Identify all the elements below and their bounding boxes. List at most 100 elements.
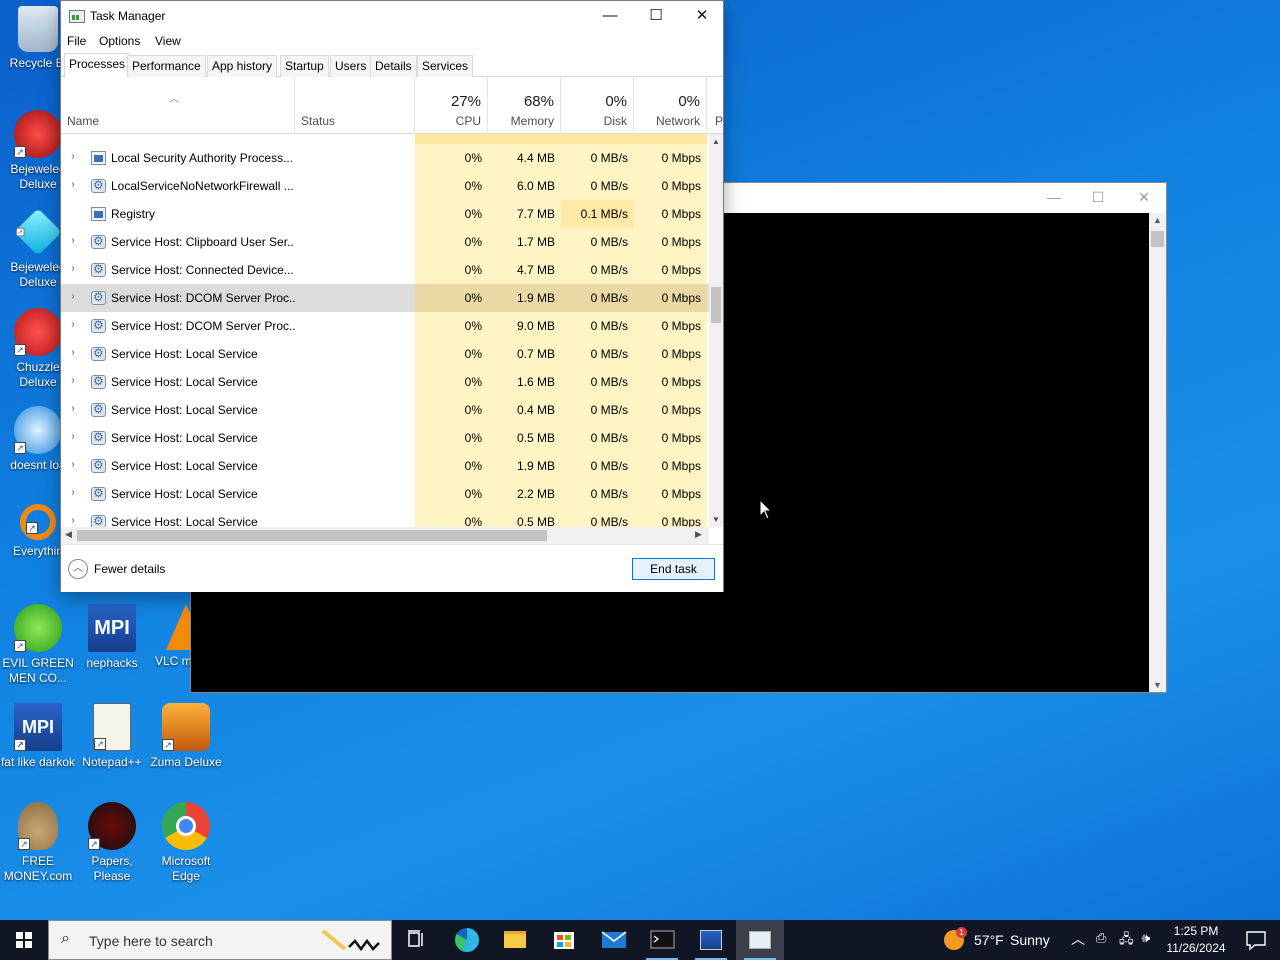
tab-users[interactable]: Users [330,55,372,77]
network-icon[interactable]: 🖧 [1119,930,1134,952]
column-memory[interactable]: 68% Memory [488,77,561,134]
notification-center-button[interactable] [1232,920,1280,960]
expand-chevron-icon[interactable]: › [68,291,78,302]
tab-processes[interactable]: Processes [64,53,131,78]
process-row[interactable]: › Service Host: DCOM Server Proc... 0%9.0 … [61,312,709,340]
desktop-icon-notepad-plus-plus[interactable]: ↗ Notepad++ [74,703,150,770]
process-list-vertical-scrollbar[interactable]: ▲ ▼ [709,134,723,527]
tab-services[interactable]: Services [417,55,474,77]
expand-chevron-icon[interactable]: › [68,459,78,470]
expand-chevron-icon[interactable]: › [68,515,78,526]
expand-chevron-icon[interactable]: › [68,431,78,442]
process-row[interactable]: › Service Host: Local Service 0%0.4 MB0 MB… [61,396,709,424]
column-power[interactable]: P [707,77,723,134]
fewer-details-link[interactable]: Fewer details [94,562,165,576]
close-button[interactable]: ✕ [679,1,725,31]
menu-file[interactable]: File [67,34,86,48]
taskbar-edge[interactable] [443,920,491,960]
process-memory: 0.5 MB [488,424,561,452]
taskbar-search-box[interactable]: ⌕ Type here to search [48,920,392,960]
column-name[interactable]: ︿ Name [61,77,295,134]
tab-performance[interactable]: Performance [127,55,206,77]
process-list-horizontal-scrollbar[interactable]: ◀ ▶ [61,527,709,544]
column-network[interactable]: 0% Network [634,77,707,134]
process-row[interactable]: › Service Host: Local Service 0%0.5 MB0 MB… [61,508,709,527]
taskbar-command-prompt[interactable] [638,920,686,960]
console-close-button[interactable]: ✕ [1121,189,1167,206]
console-scrollbar[interactable]: ▲ ▼ [1149,213,1166,692]
desktop-icon-evil-green-men[interactable]: ↗ EVIL GREEN MEN CO... [0,604,76,686]
expand-chevron-icon[interactable]: › [68,319,78,330]
column-cpu[interactable]: 27% CPU [415,77,488,134]
process-row[interactable]: › Service Host: Local Service 0%2.2 MB0 MB… [61,480,709,508]
expand-chevron-icon[interactable]: › [68,263,78,274]
process-row[interactable]: › LocalServiceNoNetworkFirewall ... 0%6.0 … [61,172,709,200]
desktop-icon-papers-please[interactable]: ↗ Papers, Please [74,802,150,884]
task-manager-titlebar[interactable]: Task Manager — ☐ ✕ [61,1,723,31]
scroll-right-arrow-icon[interactable]: ▶ [695,529,702,540]
console-scroll-thumb[interactable] [1151,231,1164,247]
expand-chevron-icon[interactable]: › [68,403,78,414]
column-disk[interactable]: 0% Disk [561,77,634,134]
taskbar-mail[interactable] [589,920,637,960]
expand-chevron-icon[interactable]: › [68,375,78,386]
expand-chevron-icon[interactable]: › [68,179,78,190]
taskbar-clock[interactable]: 1:25 PM 11/26/2024 [1160,923,1232,957]
console-maximize-button[interactable]: ☐ [1075,189,1121,206]
chevron-up-icon[interactable]: ︿ [68,559,88,579]
tab-app-history[interactable]: App history [207,55,278,77]
desktop-icon-fat-like-darkok[interactable]: MPI ↗ fat like darkok [0,703,76,770]
maximize-button[interactable]: ☐ [633,1,679,31]
desktop-icon-nephacks[interactable]: MPI nephacks [74,604,150,671]
expand-chevron-icon[interactable]: › [68,347,78,358]
horizontal-scroll-thumb[interactable] [77,530,547,541]
process-row[interactable]: › Service Host: Clipboard User Ser... 0%1.… [61,228,709,256]
process-memory: 0.4 MB [488,396,561,424]
task-view-button[interactable] [392,920,440,960]
menu-view[interactable]: View [155,34,181,48]
task-manager-window[interactable]: Task Manager — ☐ ✕ File Options View Pro… [60,0,724,592]
desktop-icon-zuma-deluxe[interactable]: ↗ Zuma Deluxe [148,703,224,770]
process-disk: 0 MB/s [561,312,634,340]
process-row[interactable]: › Service Host: Local Service 0%1.6 MB0 MB… [61,368,709,396]
taskbar-mpi-app[interactable] [687,920,735,960]
console-minimize-button[interactable]: — [1031,189,1077,205]
weather-widget[interactable]: 1 57°F Sunny [942,920,1054,960]
meet-now-icon[interactable]: ⎙ [1096,930,1106,946]
vertical-scroll-thumb[interactable] [711,287,721,323]
tab-details[interactable]: Details [370,55,417,77]
process-cpu: 0% [415,228,488,256]
process-row[interactable]: › Service Host: Connected Device... 0%4.7 … [61,256,709,284]
expand-chevron-icon[interactable]: › [68,235,78,246]
process-name: Service Host: DCOM Server Proc... [111,319,295,333]
tab-startup[interactable]: Startup [280,55,329,77]
scroll-down-arrow-icon[interactable]: ▼ [709,515,723,524]
taskbar-file-explorer[interactable] [491,920,539,960]
process-row[interactable]: › Service Host: Local Service 0%0.7 MB0 MB… [61,340,709,368]
volume-icon[interactable]: 🕪 [1142,930,1150,946]
process-row[interactable]: › Service Host: Local Service 0%0.5 MB0 MB… [61,424,709,452]
show-hidden-icons-chevron-icon[interactable]: ︿ [1071,929,1085,949]
process-disk: 0 MB/s [561,144,634,172]
scroll-down-arrow-icon[interactable]: ▼ [1149,680,1166,690]
expand-chevron-icon[interactable]: › [68,151,78,162]
mpi-icon: MPI ↗ [14,703,62,751]
desktop-icon-microsoft-edge[interactable]: Microsoft Edge [148,802,224,884]
column-status[interactable]: Status [295,77,415,134]
scroll-up-arrow-icon[interactable]: ▲ [1149,215,1166,225]
scroll-up-arrow-icon[interactable]: ▲ [709,137,723,146]
minimize-button[interactable]: — [587,1,633,31]
process-row[interactable]: › Service Host: Local Service 0%1.9 MB0 MB… [61,452,709,480]
process-cpu: 0% [415,172,488,200]
process-row[interactable]: Registry 0% 7.7 MB 0.1 MB/s 0 Mbps [61,200,709,228]
taskbar-store[interactable] [540,920,588,960]
scroll-left-arrow-icon[interactable]: ◀ [65,529,72,540]
taskbar-task-manager[interactable] [736,920,784,960]
menu-options[interactable]: Options [99,34,140,48]
process-row[interactable]: › Service Host: DCOM Server Proc... 0%1.9 … [61,284,709,312]
desktop-icon-free-money[interactable]: ↗ FREE MONEY.com [0,802,76,884]
expand-chevron-icon[interactable]: › [68,487,78,498]
start-button[interactable] [0,920,48,960]
process-row[interactable]: › Local Security Authority Process... 0% 4.… [61,144,709,172]
end-task-button[interactable]: End task [632,558,715,580]
